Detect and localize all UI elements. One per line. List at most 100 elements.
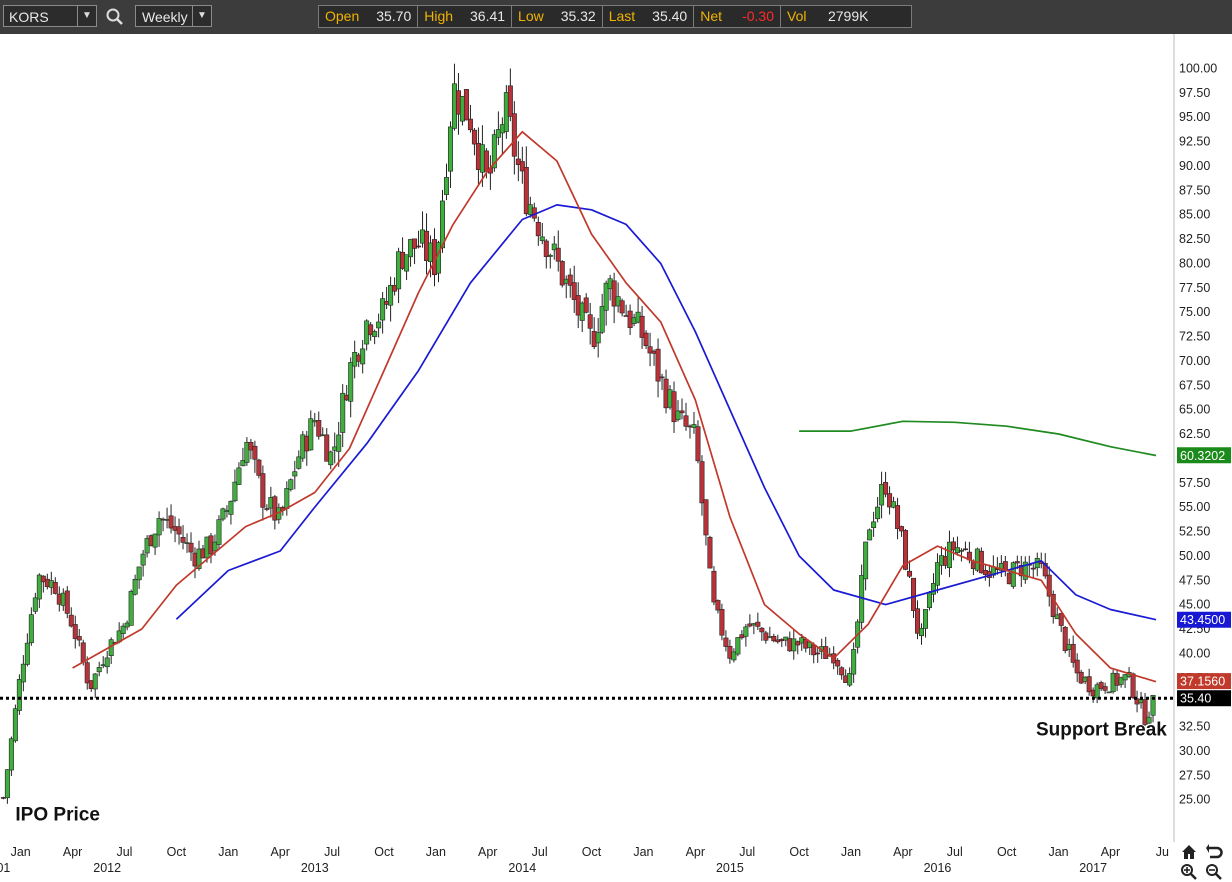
candle-body (683, 415, 689, 427)
redo-icon[interactable] (1206, 844, 1223, 859)
candle-body (922, 609, 928, 629)
quote-value: 35.70 (376, 8, 412, 24)
candle-body (883, 482, 889, 495)
zoom-out-icon[interactable] (1206, 864, 1222, 880)
candle-body (1074, 659, 1080, 674)
quote-low: Low 35.32 (512, 6, 603, 27)
quote-net: Net -0.30 (694, 6, 781, 27)
x-tick-label: Apr (270, 845, 289, 859)
symbol-input[interactable]: KORS ▼ (3, 5, 97, 27)
candle-body (755, 621, 761, 627)
y-tick-label: 87.50 (1179, 183, 1210, 197)
candle-body (535, 221, 541, 237)
candle-body (699, 461, 705, 504)
y-tick-label: 70.00 (1179, 354, 1210, 368)
candle-body (24, 642, 30, 665)
x-tick-label: Jan (1048, 845, 1068, 859)
candle-body (260, 473, 266, 508)
candle-body (711, 570, 717, 603)
candle-body (1130, 673, 1136, 698)
interval-dropdown-icon[interactable]: ▼ (192, 6, 211, 26)
candle-body (835, 660, 841, 667)
symbol-dropdown-icon[interactable]: ▼ (77, 6, 96, 26)
candle-body (152, 533, 158, 548)
x-tick-label: Jan (426, 845, 446, 859)
candle-body (132, 578, 138, 595)
candle-body (919, 627, 925, 637)
candle-body (256, 459, 262, 476)
candle-body (655, 348, 661, 382)
candle-body (447, 126, 453, 172)
y-tick-label: 52.50 (1179, 525, 1210, 539)
candle-body (232, 481, 238, 502)
x-tick-label: Jan (218, 845, 238, 859)
candle-body (895, 505, 901, 530)
candle-body (404, 254, 410, 272)
candle-body (1030, 567, 1036, 570)
candle-body (875, 506, 881, 520)
quote-label: Open (325, 8, 360, 24)
candle-body (376, 321, 382, 329)
candle-body (292, 471, 298, 477)
candle-body (962, 548, 968, 551)
x-tick-label: Jul (947, 845, 963, 859)
home-icon[interactable] (1182, 845, 1196, 859)
candle-body (12, 708, 18, 742)
candle-body (1086, 676, 1092, 693)
x-tick-label: Oct (374, 845, 394, 859)
quote-label: High (424, 8, 454, 24)
candle-body (507, 85, 513, 117)
candle-body (539, 236, 545, 241)
y-tick-label: 95.00 (1179, 110, 1210, 124)
symbol-value: KORS (9, 9, 49, 25)
candle-body (64, 590, 70, 614)
quote-label: Net (700, 8, 722, 24)
x-year-label: 2014 (508, 861, 536, 875)
candle-body (308, 418, 314, 451)
candle-body (471, 129, 477, 145)
candle-body (20, 663, 26, 683)
y-tick-label: 55.00 (1179, 500, 1210, 514)
candle-body (156, 518, 162, 536)
y-axis: 25.0027.5030.0032.5035.0037.5040.0042.50… (1173, 34, 1217, 842)
zoom-in-icon[interactable] (1181, 864, 1197, 880)
candle-body (583, 297, 589, 313)
x-year-label: 2012 (93, 861, 121, 875)
annotations: IPO Price Support Break (15, 719, 1167, 825)
candle-body (1070, 643, 1076, 663)
x-tick-label: Apr (686, 845, 705, 859)
candle-body (52, 582, 58, 594)
x-year-label: 01 (0, 861, 10, 875)
candle-body (96, 667, 102, 673)
x-tick-label: Jan (841, 845, 861, 859)
candle-body (416, 245, 422, 248)
candle-body (136, 566, 142, 581)
candle-body (176, 526, 182, 535)
candle-body (543, 240, 549, 257)
interval-select[interactable]: Weekly ▼ (135, 5, 212, 27)
candle-body (180, 537, 186, 543)
candle-body (735, 637, 741, 655)
candle-body (372, 331, 378, 337)
candle-body (328, 451, 334, 466)
candle-body (216, 519, 222, 545)
x-tick-label: Oct (582, 845, 602, 859)
candle-body (934, 562, 940, 586)
x-tick-label: Jan (633, 845, 653, 859)
candle-body (863, 541, 869, 580)
candle-body (4, 769, 10, 799)
candle-body (703, 499, 709, 536)
annotation: Support Break (1036, 719, 1167, 740)
quote-value: 2799K (827, 8, 869, 24)
x-tick-label: Jul (532, 845, 548, 859)
candle-body (723, 637, 729, 647)
y-tick-label: 30.00 (1179, 744, 1210, 758)
quote-label: Low (518, 8, 544, 24)
x-tick-label: Apr (478, 845, 497, 859)
candle-body (84, 662, 90, 684)
y-tick-label: 97.50 (1179, 86, 1210, 100)
candle-body (707, 536, 713, 569)
candle-body (926, 592, 932, 609)
search-icon[interactable] (104, 6, 126, 28)
candle-body (28, 614, 34, 644)
